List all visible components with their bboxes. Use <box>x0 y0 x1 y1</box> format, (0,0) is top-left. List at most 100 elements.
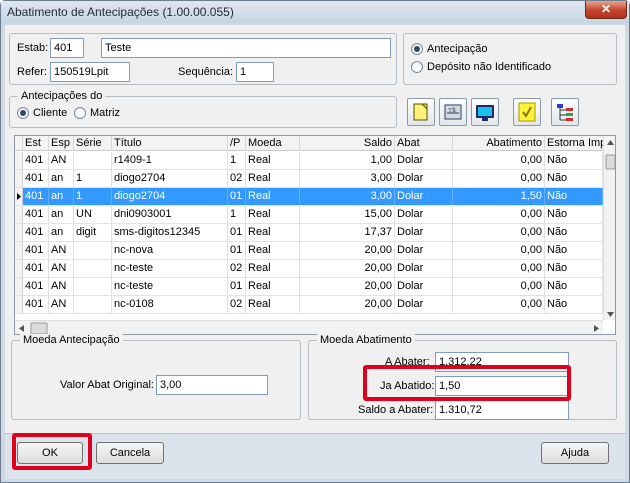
tree-structure-button[interactable] <box>551 98 579 126</box>
title-bar[interactable]: Abatimento de Antecipações (1.00.00.055)… <box>1 1 629 23</box>
cell-abatimento[interactable]: 0,00 <box>453 278 545 295</box>
tree-structure-icon <box>557 104 573 121</box>
col-header-saldo[interactable]: Saldo <box>300 136 395 151</box>
radio-deposito[interactable]: Depósito não Identificado <box>411 61 551 73</box>
calculator-icon: ∑$ <box>444 104 462 120</box>
row-indicator <box>15 224 23 241</box>
cell-parcela: 02 <box>228 296 246 313</box>
antecipacoes-grid[interactable]: Est Esp Série Título /P Moeda Saldo Abat… <box>14 135 616 335</box>
cell-parcela: 02 <box>228 170 246 187</box>
cell-abat: Dolar <box>395 296 453 313</box>
radio-antecipacao[interactable]: Antecipação <box>411 43 488 55</box>
cell-titulo: sms-digitos12345 <box>112 224 228 241</box>
table-row[interactable]: 401 an digit sms-digitos12345 01 Real 17… <box>15 224 603 242</box>
cancela-button[interactable]: Cancela <box>96 442 164 464</box>
antecipacoes-do-group: Antecipações do Cliente Matriz <box>9 90 397 128</box>
calculator-button[interactable]: ∑$ <box>439 98 467 126</box>
radio-antecipacao-label: Antecipação <box>427 43 488 55</box>
cell-serie <box>74 278 112 295</box>
close-button[interactable]: ✕ <box>585 1 627 19</box>
cell-abat: Dolar <box>395 260 453 277</box>
cell-abat: Dolar <box>395 224 453 241</box>
cell-abat: Dolar <box>395 278 453 295</box>
col-header-abatimento[interactable]: Abatimento <box>453 136 545 151</box>
col-header-est[interactable]: Est <box>23 136 49 151</box>
cell-estorna: Não <box>545 188 603 205</box>
cell-est: 401 <box>23 242 49 259</box>
radio-matriz[interactable]: Matriz <box>74 107 120 119</box>
cell-abatimento[interactable]: 0,00 <box>453 224 545 241</box>
cell-moeda: Real <box>246 188 300 205</box>
cell-abat: Dolar <box>395 170 453 187</box>
col-header-serie[interactable]: Série <box>74 136 112 151</box>
estab-field[interactable]: 401 <box>50 38 84 58</box>
col-header-moeda[interactable]: Moeda <box>246 136 300 151</box>
cell-parcela: 01 <box>228 188 246 205</box>
radio-matriz-label: Matriz <box>90 107 120 119</box>
table-row[interactable]: 401 AN nc-teste 01 Real 20,00 Dolar 0,00… <box>15 278 603 296</box>
radio-cliente[interactable]: Cliente <box>17 107 67 119</box>
table-row[interactable]: 401 an UN dni0903001 1 Real 15,00 Dolar … <box>15 206 603 224</box>
col-header-abat[interactable]: Abat <box>395 136 453 151</box>
cell-saldo: 3,00 <box>300 170 395 187</box>
cell-abatimento[interactable]: 0,00 <box>453 152 545 169</box>
cell-abat: Dolar <box>395 188 453 205</box>
cell-abatimento[interactable]: 0,00 <box>453 170 545 187</box>
table-row[interactable]: 401 AN nc-0108 02 Real 20,00 Dolar 0,00 … <box>15 296 603 314</box>
cell-esp: AN <box>49 152 74 169</box>
valor-abat-original-field[interactable]: 3,00 <box>156 375 268 395</box>
cell-abatimento[interactable]: 1,50 <box>453 188 545 205</box>
row-indicator <box>15 152 23 169</box>
cell-estorna: Não <box>545 224 603 241</box>
table-row[interactable]: 401 an 1 diogo2704 02 Real 3,00 Dolar 0,… <box>15 170 603 188</box>
refer-field[interactable]: 150519Lpit <box>50 62 130 82</box>
cell-titulo: diogo2704 <box>112 170 228 187</box>
col-header-esp[interactable]: Esp <box>49 136 74 151</box>
moeda-antecipacao-legend: Moeda Antecipação <box>20 334 123 346</box>
cell-saldo: 3,00 <box>300 188 395 205</box>
cell-moeda: Real <box>246 242 300 259</box>
monitor-button[interactable] <box>471 98 499 126</box>
cell-moeda: Real <box>246 278 300 295</box>
cell-est: 401 <box>23 260 49 277</box>
saldo-a-abater-field[interactable]: 1.310,72 <box>435 400 569 420</box>
cell-saldo: 1,00 <box>300 152 395 169</box>
ajuda-button[interactable]: Ajuda <box>541 442 609 464</box>
cell-estorna: Não <box>545 260 603 277</box>
vertical-scrollbar[interactable] <box>603 136 615 320</box>
cell-abatimento[interactable]: 0,00 <box>453 296 545 313</box>
col-header-estorna[interactable]: Estorna Impl <box>545 136 603 151</box>
cell-abatimento[interactable]: 0,00 <box>453 260 545 277</box>
monitor-icon <box>476 105 494 121</box>
table-row[interactable]: 401 AN r1409-1 1 Real 1,00 Dolar 0,00 Nã… <box>15 152 603 170</box>
new-document-icon <box>413 103 428 121</box>
cell-abatimento[interactable]: 0,00 <box>453 242 545 259</box>
col-header-titulo[interactable]: Título <box>112 136 228 151</box>
row-indicator <box>15 242 23 259</box>
cell-esp: an <box>49 170 74 187</box>
antecipacoes-do-legend: Antecipações do <box>18 90 106 102</box>
cell-serie: digit <box>74 224 112 241</box>
cell-serie <box>74 296 112 313</box>
confirm-button[interactable] <box>513 98 541 126</box>
dialog-content: Estab: 401 Teste Refer: 150519Lpit Sequê… <box>5 25 625 479</box>
cell-titulo: nc-0108 <box>112 296 228 313</box>
cell-moeda: Real <box>246 152 300 169</box>
cell-abatimento[interactable]: 0,00 <box>453 206 545 223</box>
radio-selected-icon <box>411 43 423 55</box>
row-indicator <box>15 278 23 295</box>
cell-parcela: 02 <box>228 260 246 277</box>
cell-estorna: Não <box>545 296 603 313</box>
col-header-parcela[interactable]: /P <box>228 136 246 151</box>
header-group: Estab: 401 Teste Refer: 150519Lpit Sequê… <box>9 33 397 85</box>
radio-deposito-label: Depósito não Identificado <box>427 61 552 73</box>
cell-saldo: 20,00 <box>300 242 395 259</box>
horizontal-scrollbar[interactable] <box>15 320 603 334</box>
table-row[interactable]: 401 AN nc-nova 01 Real 20,00 Dolar 0,00 … <box>15 242 603 260</box>
estab-name-field[interactable]: Teste <box>101 38 391 58</box>
sequencia-field[interactable]: 1 <box>236 62 274 82</box>
cell-saldo: 20,00 <box>300 278 395 295</box>
new-document-button[interactable] <box>407 98 435 126</box>
table-row[interactable]: 401 AN nc-teste 02 Real 20,00 Dolar 0,00… <box>15 260 603 278</box>
table-row-selected[interactable]: 401 an 1 diogo2704 01 Real 3,00 Dolar 1,… <box>15 188 603 206</box>
